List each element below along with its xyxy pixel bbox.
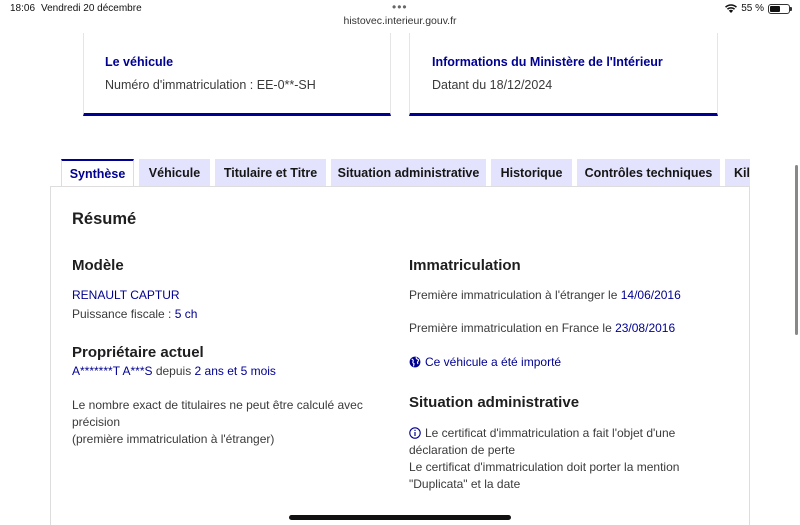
owner-since-label: depuis bbox=[152, 364, 195, 378]
tab-titulaire-titre[interactable]: Titulaire et Titre bbox=[215, 159, 326, 187]
address-bar-url[interactable]: histovec.interieur.gouv.fr bbox=[0, 15, 800, 27]
first-registration-abroad-label: Première immatriculation à l'étranger le bbox=[409, 288, 621, 302]
modele-heading: Modèle bbox=[72, 257, 124, 274]
fiscal-power: Puissance fiscale : 5 ch bbox=[72, 307, 197, 321]
fiscal-power-value: 5 ch bbox=[174, 307, 198, 321]
ministry-info-date: Datant du 18/12/2024 bbox=[432, 78, 553, 92]
registration-number: Numéro d'immatriculation : EE-0**-SH bbox=[105, 78, 316, 92]
imported-vehicle-link[interactable]: Ce véhicule a été importé bbox=[409, 355, 561, 369]
first-registration-france-date: 23/08/2016 bbox=[615, 321, 676, 335]
battery-fill bbox=[770, 5, 780, 12]
fiscal-power-label: Puissance fiscale : bbox=[72, 307, 175, 321]
immatriculation-heading: Immatriculation bbox=[409, 257, 521, 274]
ministry-card-title: Informations du Ministère de l'Intérieur bbox=[432, 55, 663, 69]
status-date: Vendredi 20 décembre bbox=[41, 3, 142, 14]
situation-heading: Situation administrative bbox=[409, 394, 580, 411]
tab-situation-administrative[interactable]: Situation administrative bbox=[331, 159, 486, 187]
owner-line: A*******T A***S depuis 2 ans et 5 mois bbox=[72, 364, 276, 378]
proprietaire-heading: Propriétaire actuel bbox=[72, 344, 204, 361]
first-registration-france: Première immatriculation en France le 23… bbox=[409, 321, 675, 335]
battery-icon bbox=[768, 3, 792, 14]
wifi-icon bbox=[725, 4, 738, 13]
situation-line2: déclaration de perte bbox=[409, 443, 516, 457]
situation-line1: Le certificat d'immatriculation a fait l… bbox=[409, 426, 675, 440]
tab-synthese[interactable]: Synthèse bbox=[61, 159, 134, 187]
owner-duration: 2 ans et 5 mois bbox=[194, 364, 276, 378]
tab-controles-techniques[interactable]: Contrôles techniques bbox=[577, 159, 720, 187]
status-time: 18:06 bbox=[10, 3, 36, 14]
situation-line1-text: Le certificat d'immatriculation a fait l… bbox=[425, 426, 676, 440]
imported-vehicle-text: Ce véhicule a été importé bbox=[425, 355, 562, 369]
info-icon bbox=[409, 427, 421, 439]
report-tabs: Synthèse Véhicule Titulaire et Titre Sit… bbox=[61, 159, 750, 187]
page-scrollbar[interactable] bbox=[795, 165, 798, 335]
first-registration-france-label: Première immatriculation en France le bbox=[409, 321, 616, 335]
ios-status-bar: 18:06 Vendredi 20 décembre ••• histovec.… bbox=[0, 0, 800, 32]
situation-line4: "Duplicata" et la date bbox=[409, 477, 521, 491]
vehicle-card-title: Le véhicule bbox=[105, 55, 174, 69]
tab-vehicule[interactable]: Véhicule bbox=[139, 159, 210, 187]
tab-kilometrage[interactable]: Kilo bbox=[725, 159, 750, 187]
tab-historique[interactable]: Historique bbox=[491, 159, 572, 187]
battery-percent: 55 % bbox=[741, 3, 764, 14]
owner-note-line1: Le nombre exact de titulaires ne peut êt… bbox=[72, 398, 363, 412]
owner-name: A*******T A***S bbox=[72, 364, 153, 378]
vehicle-model: RENAULT CAPTUR bbox=[72, 288, 180, 302]
globe-icon bbox=[409, 356, 421, 368]
situation-line3: Le certificat d'immatriculation doit por… bbox=[409, 460, 680, 474]
status-indicators: 55 % bbox=[725, 3, 792, 14]
vehicle-card: Le véhicule Numéro d'immatriculation : E… bbox=[83, 33, 391, 116]
home-indicator[interactable] bbox=[289, 515, 511, 520]
ministry-info-card: Informations du Ministère de l'Intérieur… bbox=[409, 33, 718, 116]
first-registration-abroad-date: 14/06/2016 bbox=[620, 288, 681, 302]
resume-heading: Résumé bbox=[72, 210, 137, 228]
first-registration-abroad: Première immatriculation à l'étranger le… bbox=[409, 288, 681, 302]
owner-note-line3: (première immatriculation à l'étranger) bbox=[72, 432, 275, 446]
owner-note-line2: précision bbox=[72, 415, 121, 429]
multitask-dots-icon[interactable]: ••• bbox=[392, 0, 408, 14]
